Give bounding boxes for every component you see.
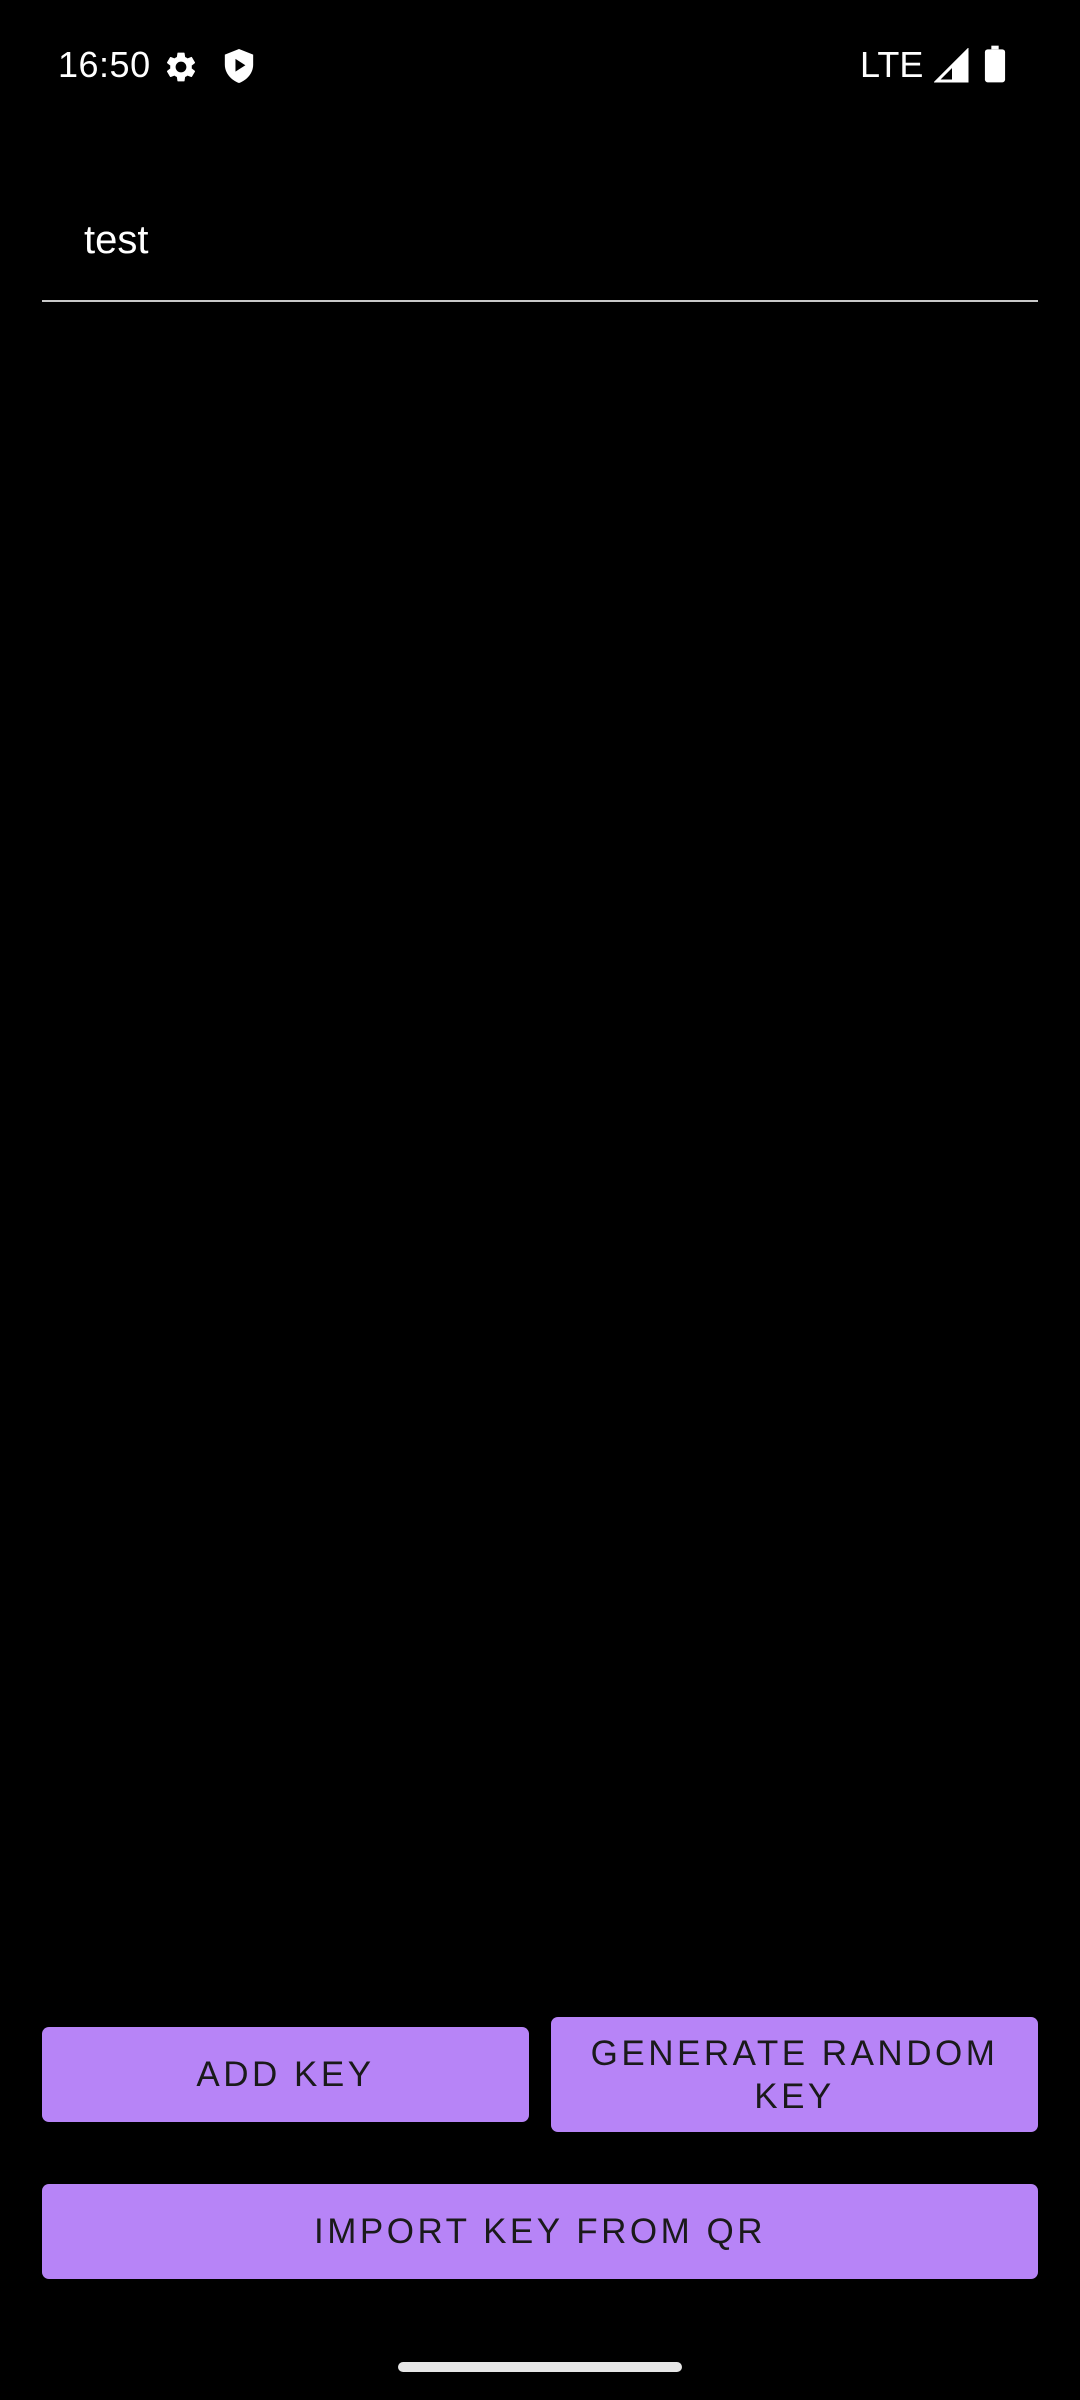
key-name-field[interactable] — [42, 180, 1038, 302]
shield-icon — [224, 49, 254, 83]
signal-icon — [934, 48, 969, 83]
key-name-input[interactable] — [84, 212, 984, 268]
gesture-navigation-handle[interactable] — [398, 2362, 682, 2372]
status-time: 16:50 — [58, 44, 151, 85]
generate-random-key-button[interactable]: GENERATE RANDOM KEY — [551, 2017, 1038, 2132]
network-type-label: LTE — [860, 44, 924, 85]
status-bar: 16:50 LTE — [0, 0, 1080, 130]
import-key-from-qr-button-label: IMPORT KEY FROM QR — [314, 2212, 766, 2251]
add-key-button[interactable]: ADD KEY — [42, 2027, 529, 2122]
import-key-from-qr-button[interactable]: IMPORT KEY FROM QR — [42, 2184, 1038, 2279]
add-key-button-label: ADD KEY — [196, 2055, 375, 2094]
battery-icon — [984, 45, 1006, 83]
generate-random-key-button-label: GENERATE RANDOM KEY — [590, 2033, 999, 2116]
gear-icon — [166, 52, 196, 82]
